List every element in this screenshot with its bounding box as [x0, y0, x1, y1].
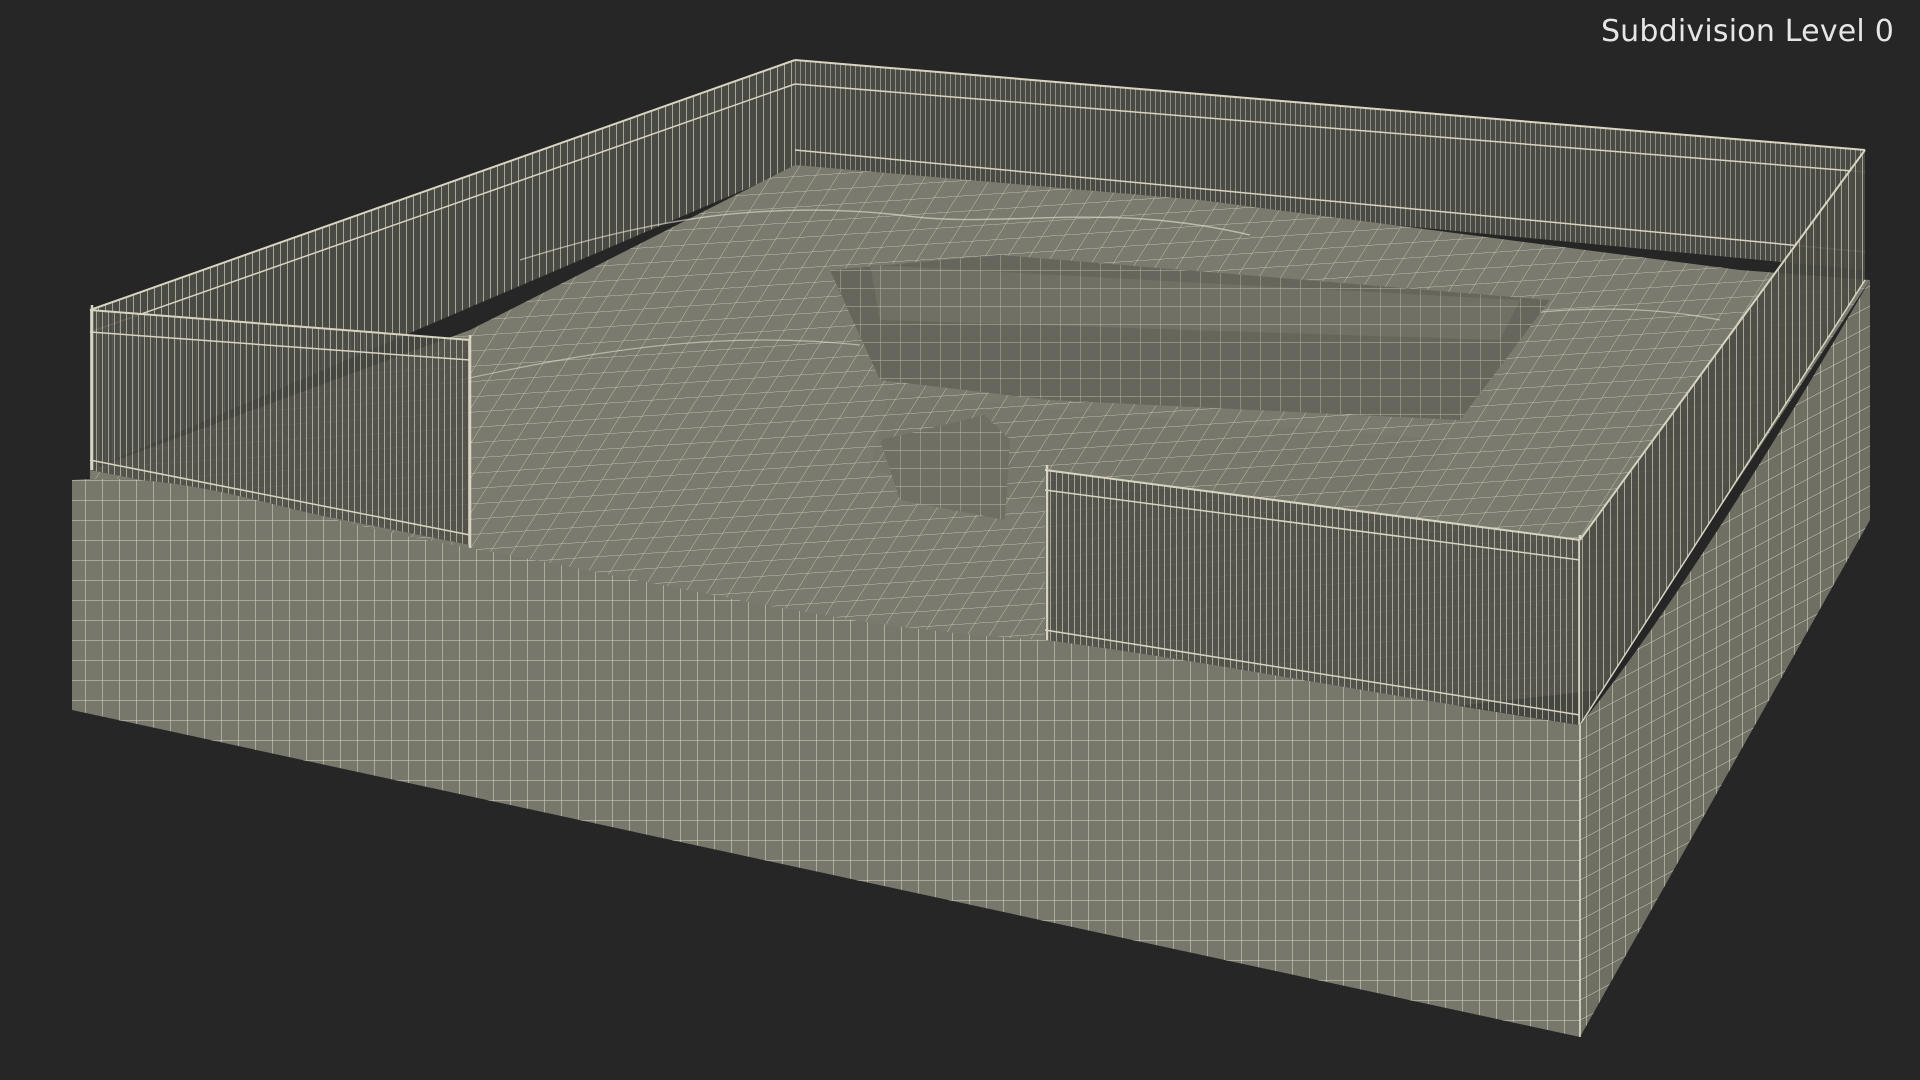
subdivision-level-label: Subdivision Level 0	[1600, 14, 1894, 49]
viewport-canvas[interactable]	[0, 0, 1920, 1080]
